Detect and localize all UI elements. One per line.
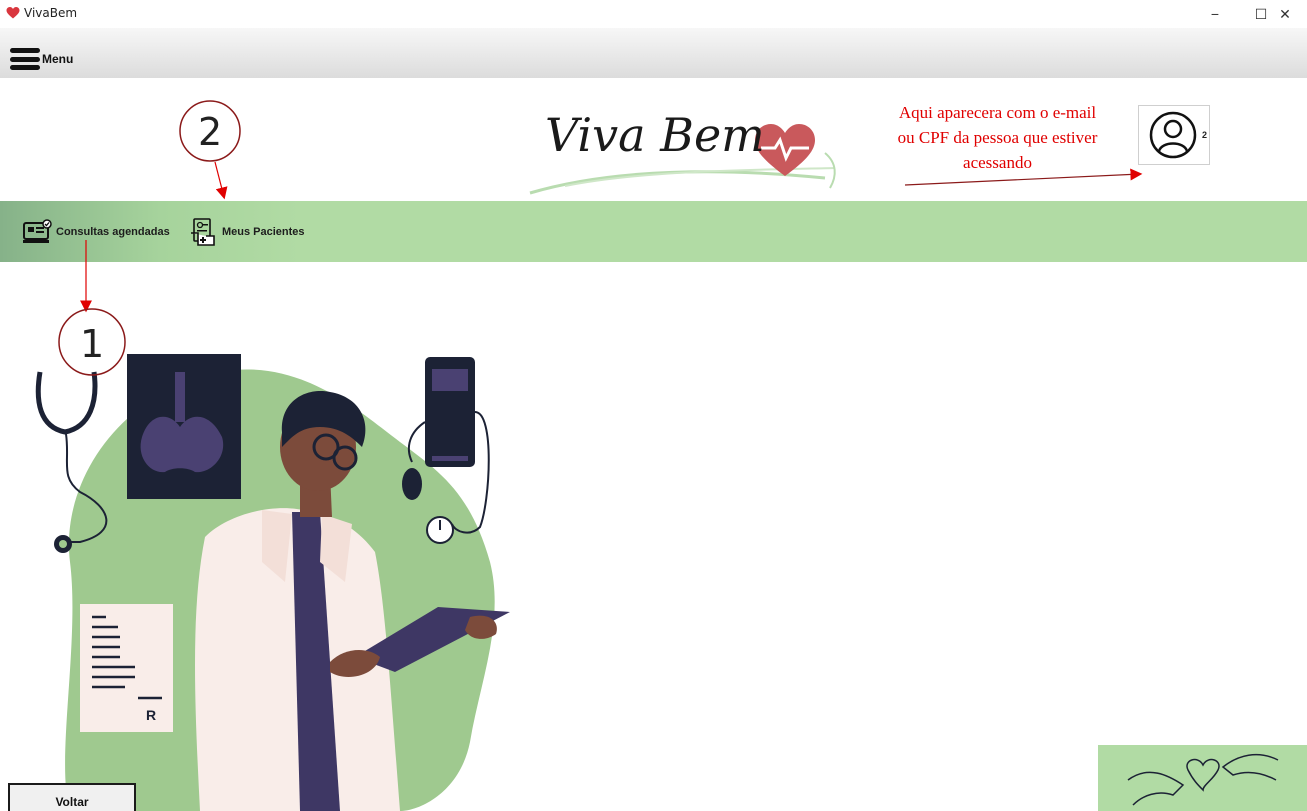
patient-file-icon [191,218,215,246]
window-title: VivaBem [24,6,78,20]
viva-bem-logo: Viva Bem [525,98,855,202]
user-icon [1149,111,1197,159]
nav-item-pacientes[interactable]: Meus Pacientes [188,218,305,246]
menu-bar: Menu [0,28,1307,78]
close-button[interactable]: ✕ [1262,0,1307,28]
logo-text: Viva Bem [545,108,765,162]
annotation-line: ou CPF da pessoa que estiver [897,128,1098,147]
hands-heart-icon [1098,745,1307,811]
hamburger-icon [10,48,40,70]
nav-item-label: Meus Pacientes [222,226,305,238]
minimize-button[interactable]: − [1192,0,1238,28]
title-bar: VivaBem − ☐ ✕ [0,0,1307,28]
voltar-button[interactable]: Voltar [8,783,136,811]
user-avatar[interactable]: 2 [1138,105,1210,165]
menu-button[interactable]: Menu [10,48,73,70]
annotation-line: acessando [963,153,1032,172]
heart-app-icon [6,7,20,19]
header: Viva Bem Aqui aparecera com o e-mail ou … [0,78,1307,201]
nav-bar: Consultas agendadas Meus Pacientes [0,201,1307,262]
calendar-monitor-icon [23,219,52,243]
avatar-number: 2 [1202,130,1208,140]
nav-item-consultas[interactable]: Consultas agendadas [22,218,170,246]
stethoscope-icon [35,371,98,435]
menu-label: Menu [42,52,74,66]
app-window: VivaBem − ☐ ✕ Menu Viva Bem Aqui aparece… [0,0,1307,811]
main-area: R [0,262,1307,811]
svg-text:R: R [146,707,156,723]
doctor-illustration: R [35,354,510,811]
annotation-line: Aqui aparecera com o e-mail [898,103,1097,122]
annotation-text: Aqui aparecera com o e-mail ou CPF da pe… [855,100,1140,175]
nav-item-label: Consultas agendadas [56,226,170,238]
